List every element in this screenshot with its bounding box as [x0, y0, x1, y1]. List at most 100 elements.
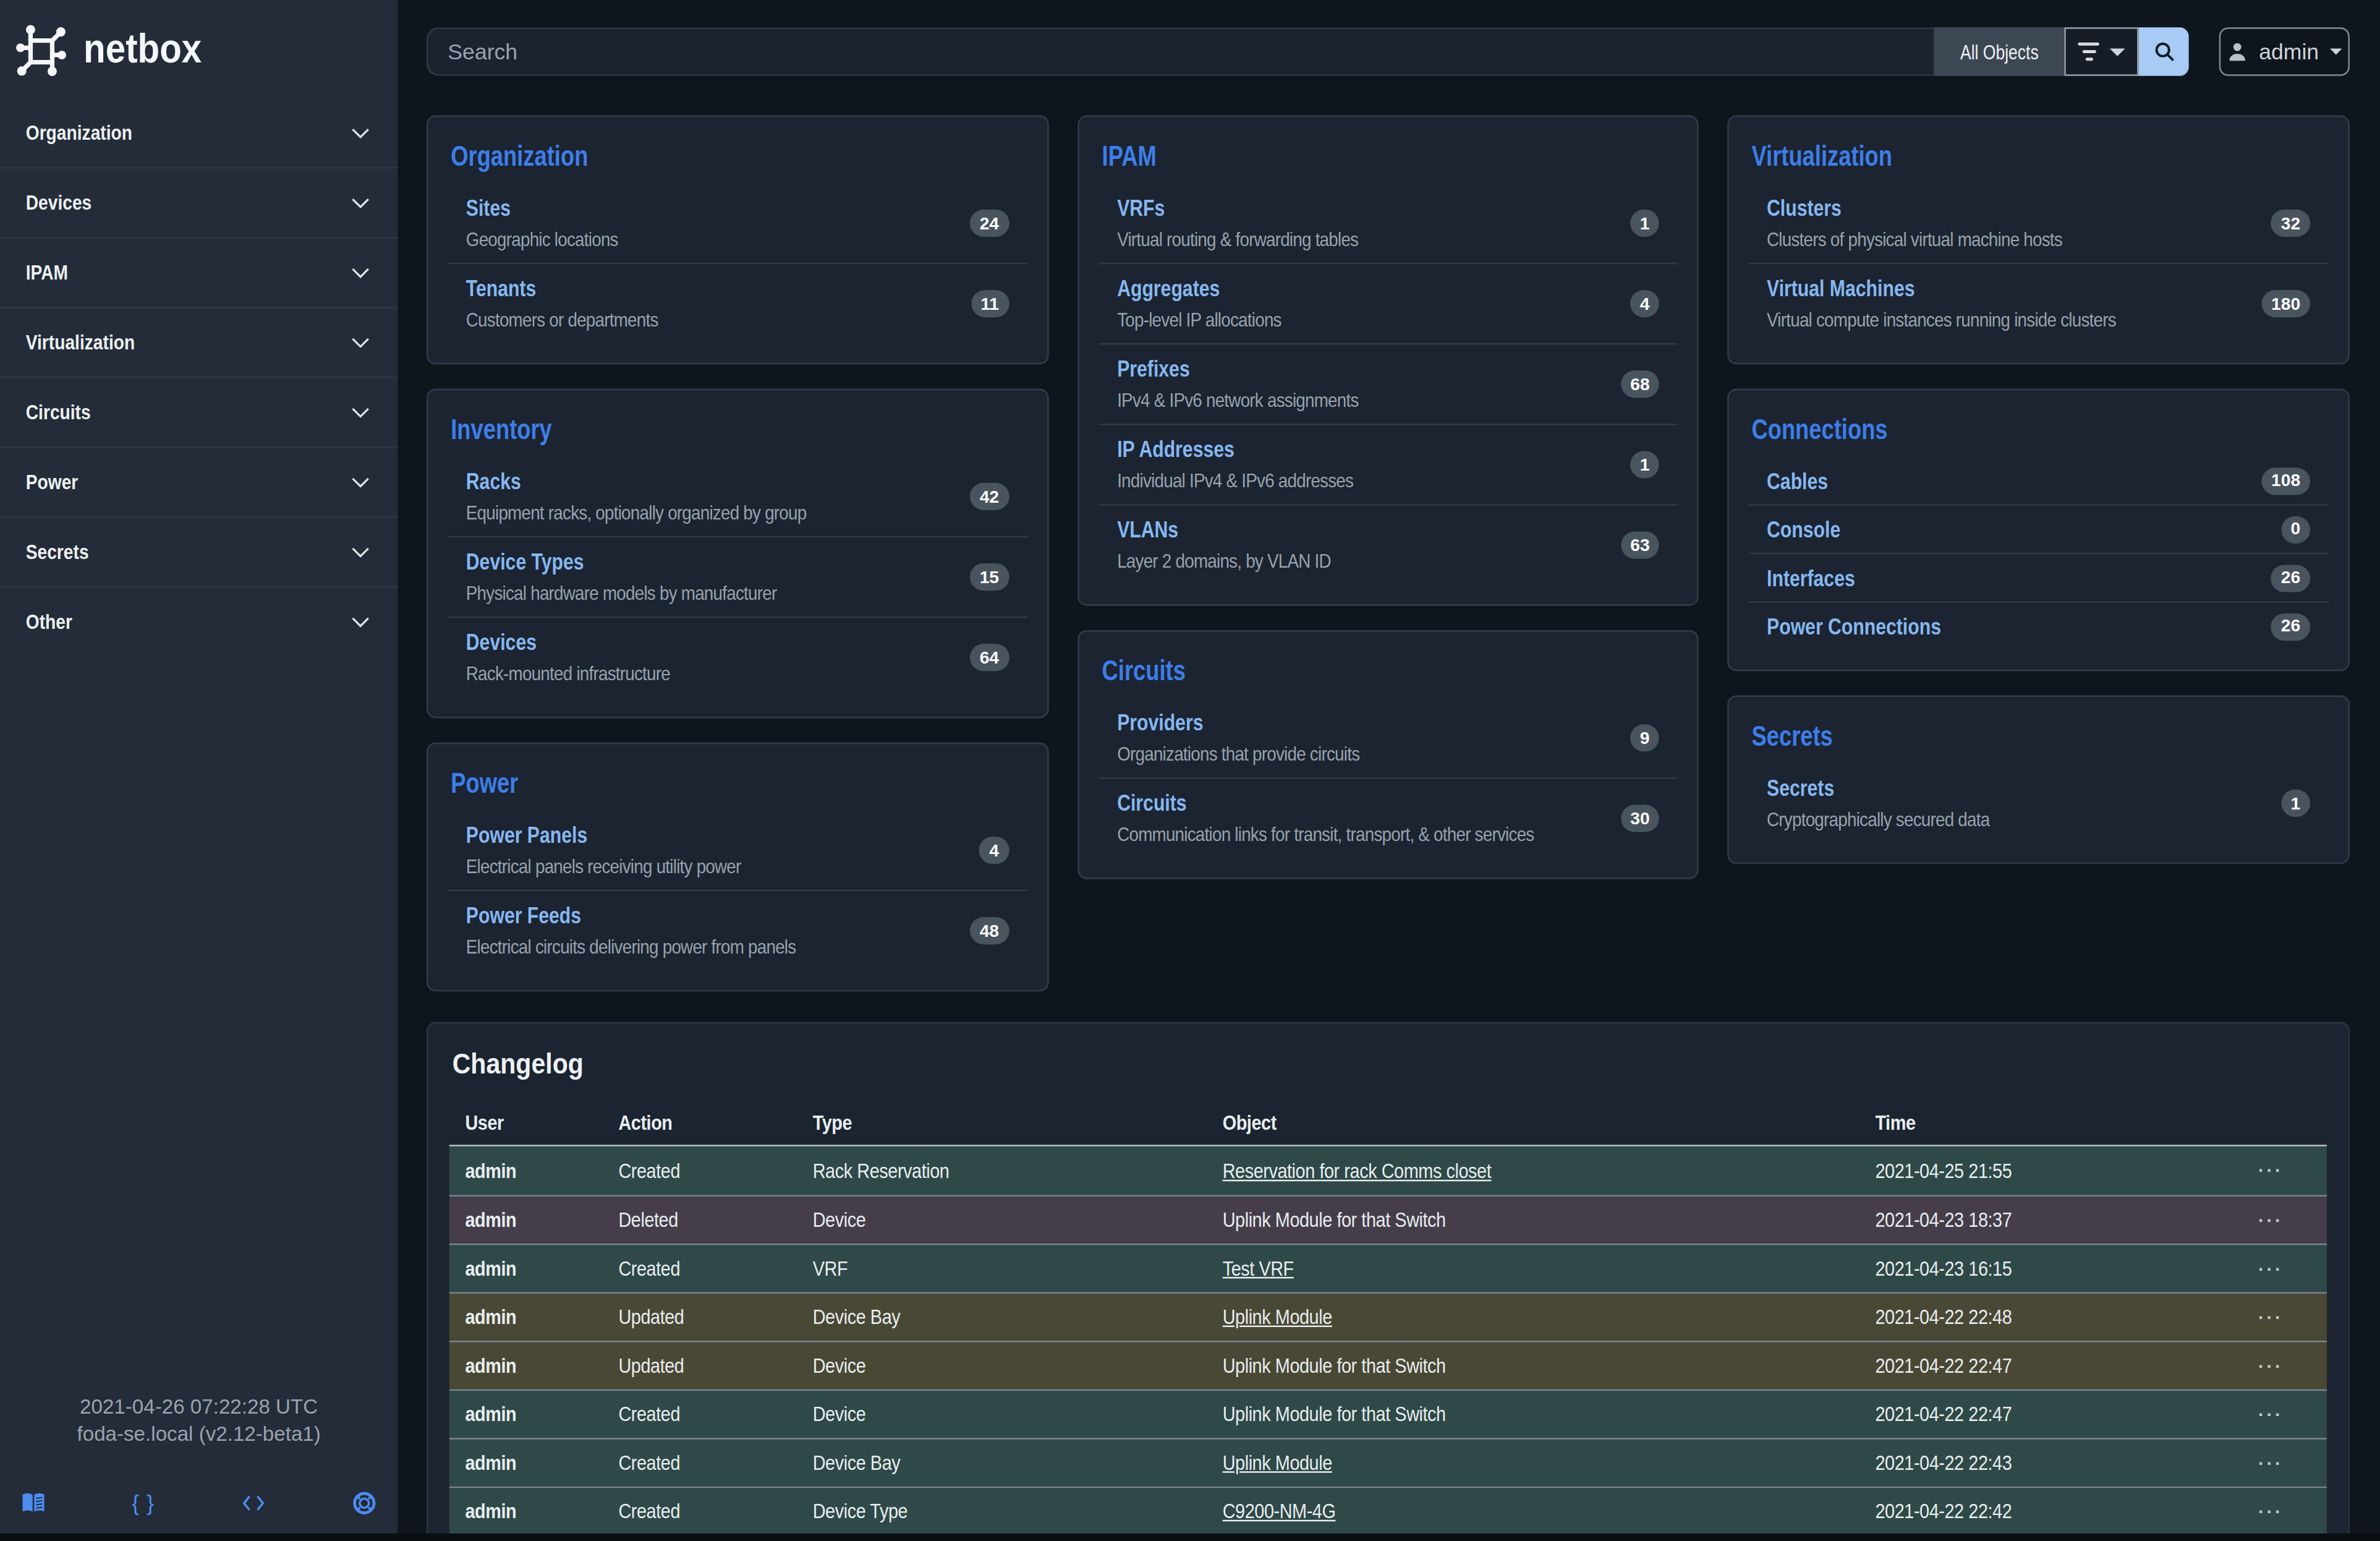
row-menu-button[interactable]: ··· — [2214, 1307, 2327, 1328]
card-item-link[interactable]: VRFs — [1116, 191, 1164, 223]
card-item-link[interactable]: Aggregates — [1116, 272, 1219, 304]
card-item-subtitle: Organizations that provide circuits — [1116, 740, 1631, 770]
sidebar-menu: Organization Devices IPAM Virtualization Cir… — [0, 97, 397, 656]
netbox-dashboard: netbox Organization Devices IPAM Virtualiza… — [0, 0, 2380, 1541]
changelog-object-link[interactable]: C9200-NM-4G — [1223, 1500, 1336, 1523]
sidebar-item-ipam[interactable]: IPAM — [0, 237, 397, 307]
user-menu-button[interactable]: admin — [2219, 27, 2350, 76]
search-input[interactable] — [427, 27, 1934, 76]
changelog-cell-object: Uplink Module — [1207, 1306, 1775, 1329]
search-filter-button[interactable] — [2064, 27, 2138, 76]
card-item-link[interactable]: Device Types — [466, 545, 584, 577]
count-badge: 1 — [2280, 790, 2310, 817]
changelog-header-row: UserActionTypeObjectTime — [449, 1103, 2327, 1146]
row-menu-button[interactable]: ··· — [2214, 1160, 2327, 1181]
netbox-logo[interactable]: netbox — [0, 0, 397, 77]
card-item-link[interactable]: Virtual Machines — [1767, 272, 1915, 304]
sidebar-item-label: Devices — [26, 191, 92, 214]
code-icon[interactable] — [240, 1490, 268, 1517]
count-badge: 30 — [1620, 805, 1659, 832]
card-virtualization: Virtualization ClustersClusters of physic… — [1728, 116, 2350, 365]
card-item-text: Power FeedsElectrical circuits deliverin… — [466, 899, 921, 963]
card-item-link[interactable]: VLANs — [1116, 513, 1178, 545]
changelog-cell-type: Device Bay — [797, 1451, 1154, 1474]
sidebar-item-label: Power — [26, 471, 79, 493]
life-ring-icon[interactable] — [351, 1490, 378, 1517]
changelog-cell-user: admin — [449, 1257, 583, 1280]
card-title: Connections — [1752, 411, 2211, 448]
sidebar-item-other[interactable]: Other — [0, 586, 397, 656]
horizontal-scrollbar[interactable] — [0, 1534, 2380, 1541]
card-item-link[interactable]: Tenants — [466, 272, 537, 304]
changelog-object-link[interactable]: Uplink Module — [1223, 1306, 1332, 1329]
card-item-link[interactable]: Circuits — [1116, 787, 1186, 819]
sidebar-item-power[interactable]: Power — [0, 446, 397, 516]
count-badge: 26 — [2271, 564, 2310, 591]
card-item-link[interactable]: IP Addresses — [1116, 433, 1234, 465]
sidebar-item-devices[interactable]: Devices — [0, 167, 397, 237]
card-item-link[interactable]: Power Panels — [466, 818, 587, 850]
changelog-cell-object: Uplink Module for that Switch — [1207, 1403, 1775, 1426]
count-badge: 42 — [970, 483, 1009, 510]
changelog-cell-object: Uplink Module for that Switch — [1207, 1208, 1775, 1231]
card-item-link[interactable]: Clusters — [1767, 191, 1842, 223]
card-inventory: InventoryRacksEquipment racks, optionall… — [427, 389, 1048, 719]
changelog-cell-object: C9200-NM-4G — [1207, 1500, 1775, 1523]
card-item-circuits: CircuitsCommunication links for transit,… — [1099, 777, 1678, 858]
card-item-prefixes: PrefixesIPv4 & IPv6 network assignments6… — [1099, 343, 1678, 424]
card-circuits: Circuits ProvidersOrganizations that prov… — [1077, 630, 1699, 879]
card-item-text: SecretsCryptographically secured data — [1767, 771, 2222, 835]
card-item-link[interactable]: Devices — [466, 626, 537, 658]
changelog-cell-type: Device Bay — [797, 1306, 1154, 1329]
card-item-link[interactable]: Providers — [1116, 706, 1202, 738]
card-item-aggregates: AggregatesTop-level IP allocations4 — [1099, 263, 1678, 343]
braces-icon[interactable]: { } — [130, 1490, 157, 1517]
card-item-link[interactable]: Cables — [1767, 464, 1829, 497]
card-title: Virtualization — [1752, 138, 2211, 174]
card-item-subtitle: Individual IPv4 & IPv6 addresses — [1116, 466, 1631, 497]
card-item-link[interactable]: Console — [1767, 513, 1841, 545]
card-item-link[interactable]: Racks — [466, 464, 521, 497]
card-item-sites: SitesGeographic locations24 — [448, 184, 1027, 263]
chevron-down-icon — [349, 261, 372, 284]
sidebar-item-virtualization[interactable]: Virtualization — [0, 307, 397, 377]
row-menu-button[interactable]: ··· — [2214, 1453, 2327, 1474]
card-item-text: AggregatesTop-level IP allocations — [1116, 272, 1571, 336]
card-item-text: IP AddressesIndividual IPv4 & IPv6 addre… — [1116, 433, 1571, 497]
card-item-link[interactable]: Sites — [466, 191, 511, 223]
row-menu-button[interactable]: ··· — [2214, 1258, 2327, 1279]
card-item-link[interactable]: Secrets — [1767, 771, 1835, 803]
row-menu-button[interactable]: ··· — [2214, 1501, 2327, 1522]
search-scope-select[interactable]: All Objects — [1934, 27, 2064, 76]
card-item-link[interactable]: Power Connections — [1767, 610, 1942, 642]
chevron-down-icon — [349, 401, 372, 424]
card-item-link[interactable]: Interfaces — [1767, 561, 1856, 594]
changelog-cell-user: admin — [449, 1159, 583, 1182]
card-item-subtitle: Virtual routing & forwarding tables — [1116, 224, 1631, 255]
changelog-object-link[interactable]: Test VRF — [1223, 1257, 1294, 1280]
sidebar-item-label: Virtualization — [26, 331, 135, 354]
changelog-cell-time: 2021-04-25 21:55 — [1859, 1159, 2169, 1182]
card-item-link[interactable]: Prefixes — [1116, 352, 1189, 385]
card-item-power-panels: Power PanelsElectrical panels receiving … — [448, 811, 1027, 890]
card-item-subtitle: Physical hardware models by manufacturer — [466, 578, 980, 608]
changelog-object-link[interactable]: Reservation for rack Comms closet — [1223, 1159, 1492, 1182]
sidebar-item-organization[interactable]: Organization — [0, 97, 397, 167]
sidebar-item-circuits[interactable]: Circuits — [0, 377, 397, 446]
changelog-cell-type: Device — [797, 1354, 1154, 1377]
row-menu-button[interactable]: ··· — [2214, 1355, 2327, 1376]
row-menu-button[interactable]: ··· — [2214, 1404, 2327, 1425]
changelog-object-link[interactable]: Uplink Module — [1223, 1451, 1332, 1474]
row-menu-button[interactable]: ··· — [2214, 1210, 2327, 1231]
changelog-cell-action: Deleted — [603, 1208, 771, 1231]
card-item-text: ClustersClusters of physical virtual mac… — [1767, 191, 2222, 255]
sidebar-item-secrets[interactable]: Secrets — [0, 516, 397, 586]
changelog-col-type: Type — [797, 1103, 1154, 1145]
book-icon[interactable] — [20, 1490, 47, 1517]
card-title: Circuits — [1102, 653, 1560, 689]
card-item-link[interactable]: Power Feeds — [466, 899, 581, 931]
card-item-text: RacksEquipment racks, optionally organiz… — [466, 464, 921, 528]
search-button[interactable] — [2139, 27, 2189, 76]
count-badge: 15 — [970, 563, 1009, 591]
card-item-ip-addresses: IP AddressesIndividual IPv4 & IPv6 addre… — [1099, 424, 1678, 504]
